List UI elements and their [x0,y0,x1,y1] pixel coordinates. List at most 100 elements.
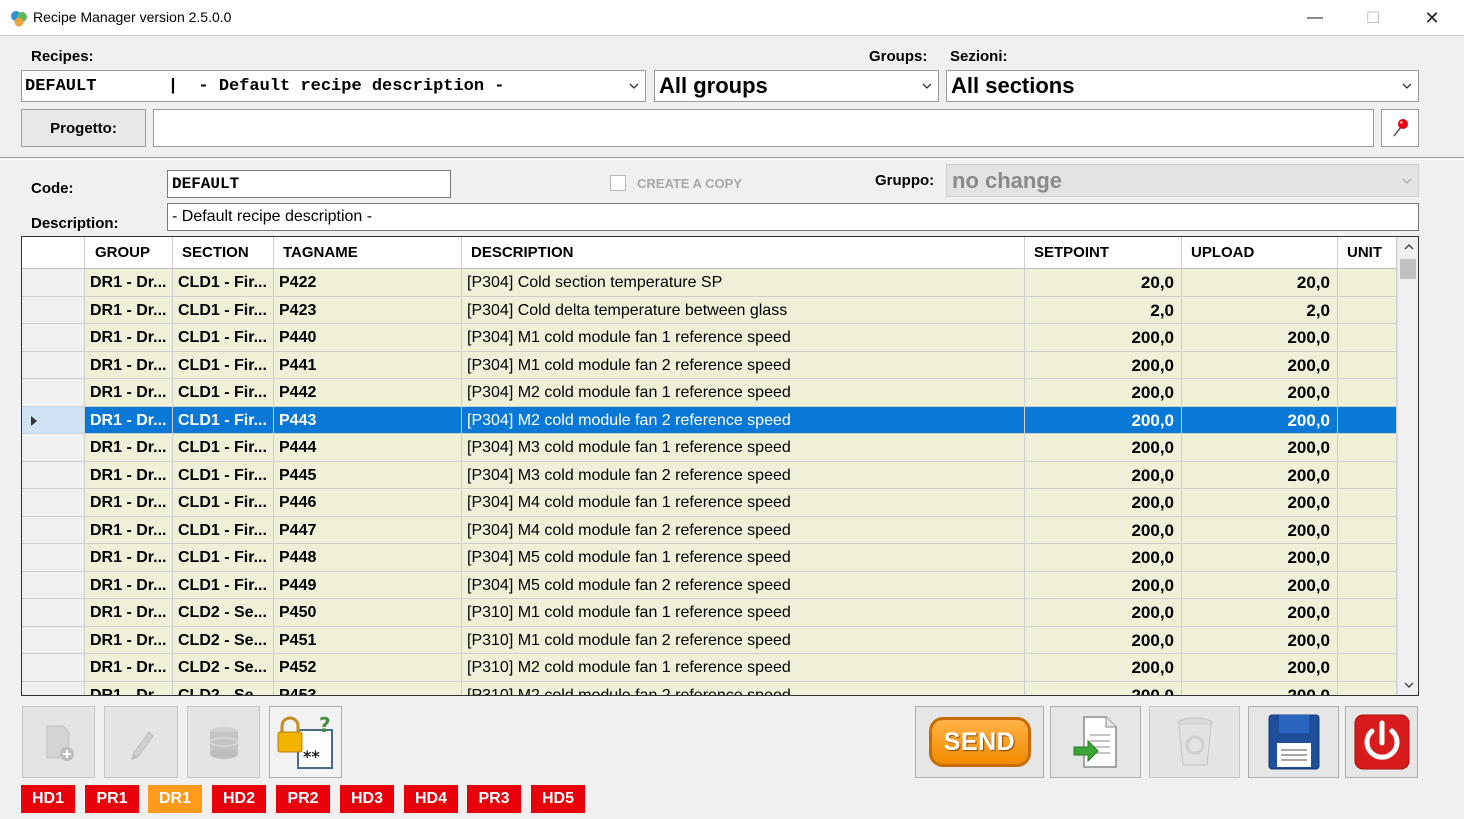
table-row[interactable]: DR1 - Dr... CLD1 - Fir... P449 [P304] M5 co… [22,571,1397,599]
save-button[interactable] [1248,706,1339,778]
close-button[interactable]: ✕ [1403,0,1461,36]
row-selector[interactable] [22,681,85,695]
table-row[interactable]: DR1 - Dr... CLD1 - Fir... P448 [P304] M5 co… [22,544,1397,572]
groups-select[interactable]: All groups [654,70,939,102]
progetto-button[interactable]: Progetto: [21,109,146,147]
cell-setpoint[interactable]: 200,0 [1025,654,1182,682]
exit-button[interactable] [1345,706,1418,778]
cell-setpoint[interactable]: 20,0 [1025,269,1182,297]
station-tag-hd4[interactable]: HD4 [404,785,458,813]
pin-button[interactable] [1381,109,1419,147]
cell-setpoint[interactable]: 2,0 [1025,296,1182,324]
table-row[interactable]: DR1 - Dr... CLD2 - Se... P450 [P310] M1 col… [22,599,1397,627]
password-button[interactable]: ** ? [269,706,342,778]
station-tag-hd2[interactable]: HD2 [212,785,266,813]
cell-setpoint[interactable]: 200,0 [1025,406,1182,434]
pin-icon [1393,119,1408,137]
column-header-setpoint[interactable]: SETPOINT [1025,237,1182,269]
column-header-unit[interactable]: UNIT [1338,237,1397,269]
station-tag-pr2[interactable]: PR2 [276,785,330,813]
gruppo-select[interactable]: no change [946,164,1419,197]
cell-setpoint[interactable]: 200,0 [1025,461,1182,489]
cell-setpoint[interactable]: 200,0 [1025,379,1182,407]
row-selector[interactable] [22,324,85,352]
scroll-up-button[interactable] [1398,237,1418,257]
table-row[interactable]: DR1 - Dr... CLD2 - Se... P453 [P310] M2 col… [22,681,1397,695]
cell-setpoint[interactable]: 200,0 [1025,681,1182,695]
code-input[interactable]: DEFAULT [167,170,451,198]
row-selector[interactable] [22,626,85,654]
cell-setpoint[interactable]: 200,0 [1025,324,1182,352]
row-selector[interactable] [22,654,85,682]
cell-setpoint[interactable]: 200,0 [1025,544,1182,572]
description-input[interactable]: - Default recipe description - [167,203,1419,231]
cell-setpoint[interactable]: 200,0 [1025,571,1182,599]
cell-tagname: P445 [274,461,462,489]
vertical-scrollbar[interactable] [1397,237,1418,695]
cell-group: DR1 - Dr... [85,544,173,572]
row-selector[interactable] [22,379,85,407]
row-selector[interactable] [22,489,85,517]
row-selector[interactable] [22,406,85,434]
cell-upload: 200,0 [1182,654,1338,682]
maximize-button[interactable]: ☐ [1344,0,1402,36]
edit-recipe-button[interactable] [104,706,178,778]
cell-unit [1338,571,1397,599]
cell-group: DR1 - Dr... [85,571,173,599]
table-row[interactable]: DR1 - Dr... CLD1 - Fir... P440 [P304] M1 co… [22,324,1397,352]
send-button[interactable]: SEND [915,706,1044,778]
column-header-group[interactable]: GROUP [85,237,173,269]
delete-button[interactable] [1149,706,1240,778]
table-row[interactable]: DR1 - Dr... CLD2 - Se... P451 [P310] M1 col… [22,626,1397,654]
progetto-field[interactable] [153,109,1374,147]
table-row[interactable]: DR1 - Dr... CLD1 - Fir... P442 [P304] M2 co… [22,379,1397,407]
cell-setpoint[interactable]: 200,0 [1025,489,1182,517]
column-header-tagname[interactable]: TAGNAME [274,237,462,269]
row-selector[interactable] [22,599,85,627]
row-selector[interactable] [22,544,85,572]
station-tag-hd1[interactable]: HD1 [21,785,75,813]
table-row[interactable]: DR1 - Dr... CLD1 - Fir... P441 [P304] M1 co… [22,351,1397,379]
row-selector[interactable] [22,516,85,544]
table-row[interactable]: DR1 - Dr... CLD1 - Fir... P423 [P304] Cold … [22,296,1397,324]
new-recipe-button[interactable] [22,706,95,778]
database-button[interactable] [187,706,260,778]
table-row[interactable]: DR1 - Dr... CLD1 - Fir... P444 [P304] M3 co… [22,434,1397,462]
export-button[interactable] [1050,706,1141,778]
row-selector[interactable] [22,434,85,462]
row-selector[interactable] [22,351,85,379]
groups-select-value: All groups [659,73,768,98]
row-selector[interactable] [22,269,85,297]
table-row[interactable]: DR1 - Dr... CLD1 - Fir... P446 [P304] M4 co… [22,489,1397,517]
station-tag-pr3[interactable]: PR3 [467,785,521,813]
cell-setpoint[interactable]: 200,0 [1025,599,1182,627]
table-row[interactable]: DR1 - Dr... CLD2 - Se... P452 [P310] M2 col… [22,654,1397,682]
cell-setpoint[interactable]: 200,0 [1025,434,1182,462]
cell-setpoint[interactable]: 200,0 [1025,626,1182,654]
column-header-description[interactable]: DESCRIPTION [462,237,1025,269]
row-selector[interactable] [22,571,85,599]
column-header-upload[interactable]: UPLOAD [1182,237,1338,269]
table-row[interactable]: DR1 - Dr... CLD1 - Fir... P445 [P304] M3 co… [22,461,1397,489]
station-tag-hd5[interactable]: HD5 [531,785,585,813]
station-tag-hd3[interactable]: HD3 [340,785,394,813]
scroll-down-button[interactable] [1398,675,1418,695]
row-selector[interactable] [22,296,85,324]
station-tag-dr1[interactable]: DR1 [148,785,202,813]
scrollbar-thumb[interactable] [1400,259,1416,279]
cell-upload: 200,0 [1182,626,1338,654]
cell-unit [1338,654,1397,682]
sections-select[interactable]: All sections [946,70,1419,102]
cell-setpoint[interactable]: 200,0 [1025,351,1182,379]
cell-setpoint[interactable]: 200,0 [1025,516,1182,544]
table-row[interactable]: DR1 - Dr... CLD1 - Fir... P422 [P304] Cold … [22,269,1397,297]
table-row[interactable]: DR1 - Dr... CLD1 - Fir... P443 [P304] M2 co… [22,406,1397,434]
station-tag-pr1[interactable]: PR1 [85,785,139,813]
create-copy-checkbox[interactable] [610,175,626,191]
minimize-button[interactable]: — [1286,0,1344,36]
gruppo-label: Gruppo: [875,172,935,189]
column-header-section[interactable]: SECTION [173,237,274,269]
recipe-select[interactable]: DEFAULT | - Default recipe description - [21,70,646,102]
row-selector[interactable] [22,461,85,489]
table-row[interactable]: DR1 - Dr... CLD1 - Fir... P447 [P304] M4 co… [22,516,1397,544]
